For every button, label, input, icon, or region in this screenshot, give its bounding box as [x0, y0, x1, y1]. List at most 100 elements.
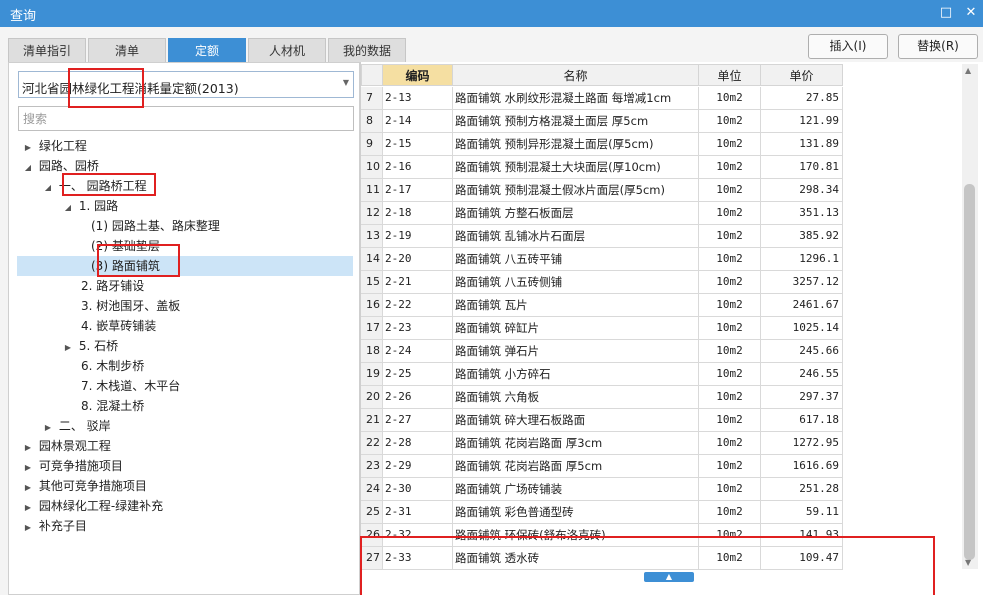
- cell-name: 路面铺筑 彩色普通型砖: [453, 501, 699, 524]
- table-row[interactable]: 22 2-28 路面铺筑 花岗岩路面 厚3cm 10m2 1272.95: [361, 432, 843, 455]
- library-select[interactable]: 河北省园林绿化工程消耗量定额(2013) ▼: [18, 71, 354, 98]
- cell-unit: 10m2: [699, 202, 761, 225]
- table-row[interactable]: 16 2-22 路面铺筑 瓦片 10m2 2461.67: [361, 294, 843, 317]
- header-unit[interactable]: 单位: [699, 64, 761, 86]
- tree-item[interactable]: 2. 路牙铺设: [9, 276, 359, 296]
- table-row[interactable]: 13 2-19 路面铺筑 乱铺冰片石面层 10m2 385.92: [361, 225, 843, 248]
- cell-idx: 26: [361, 524, 383, 547]
- cell-price: 131.89: [761, 133, 843, 156]
- triangle-collapsed-icon[interactable]: ▶: [61, 338, 75, 358]
- tree-item[interactable]: ▶ 可竞争措施项目: [9, 456, 359, 476]
- close-icon[interactable]: ✕: [962, 4, 980, 22]
- tab-bill-guide[interactable]: 清单指引: [8, 38, 86, 62]
- table-row[interactable]: 19 2-25 路面铺筑 小方碎石 10m2 246.55: [361, 363, 843, 386]
- tree-item[interactable]: 4. 嵌草砖铺装: [9, 316, 359, 336]
- table-row[interactable]: 17 2-23 路面铺筑 碎缸片 10m2 1025.14: [361, 317, 843, 340]
- tree-item[interactable]: ◢ 园路、园桥: [9, 156, 359, 176]
- cell-idx: 20: [361, 386, 383, 409]
- insert-button[interactable]: 插入(I): [808, 34, 888, 59]
- cell-name: 路面铺筑 六角板: [453, 386, 699, 409]
- maximize-icon[interactable]: □: [937, 4, 955, 22]
- scroll-up-icon[interactable]: ▲: [965, 66, 971, 75]
- table-row[interactable]: 26 2-32 路面铺筑 环保砖(舒布洛克砖) 10m2 141.93: [361, 524, 843, 547]
- table-row[interactable]: 27 2-33 路面铺筑 透水砖 10m2 109.47: [361, 547, 843, 570]
- tab-labor-material[interactable]: 人材机: [248, 38, 326, 62]
- table-row[interactable]: 18 2-24 路面铺筑 弹石片 10m2 245.66: [361, 340, 843, 363]
- cell-price: 59.11: [761, 501, 843, 524]
- cell-unit: 10m2: [699, 87, 761, 110]
- header-code[interactable]: 编码: [383, 64, 453, 86]
- tree-item[interactable]: ▶ 园林景观工程: [9, 436, 359, 456]
- cell-price: 1272.95: [761, 432, 843, 455]
- search-input[interactable]: [18, 106, 354, 131]
- table-row[interactable]: 20 2-26 路面铺筑 六角板 10m2 297.37: [361, 386, 843, 409]
- tree-item[interactable]: ▶ 园林绿化工程-绿建补充: [9, 496, 359, 516]
- cell-name: 路面铺筑 碎缸片: [453, 317, 699, 340]
- cell-idx: 19: [361, 363, 383, 386]
- triangle-collapsed-icon[interactable]: ▶: [21, 478, 35, 498]
- cell-price: 385.92: [761, 225, 843, 248]
- table-row[interactable]: 9 2-15 路面铺筑 预制异形混凝土面层(厚5cm) 10m2 131.89: [361, 133, 843, 156]
- cell-name: 路面铺筑 预制混凝土假冰片面层(厚5cm): [453, 179, 699, 202]
- cell-idx: 25: [361, 501, 383, 524]
- tree-item[interactable]: ▶ 其他可竞争措施项目: [9, 476, 359, 496]
- triangle-collapsed-icon[interactable]: ▶: [21, 438, 35, 458]
- triangle-collapsed-icon[interactable]: ▶: [21, 498, 35, 518]
- cell-name: 路面铺筑 碎大理石板路面: [453, 409, 699, 432]
- cell-idx: 27: [361, 547, 383, 570]
- tree-item[interactable]: 3. 树池围牙、盖板: [9, 296, 359, 316]
- triangle-collapsed-icon[interactable]: ▶: [21, 518, 35, 538]
- tab-bill[interactable]: 清单: [88, 38, 166, 62]
- triangle-expanded-icon[interactable]: ◢: [61, 198, 75, 218]
- triangle-collapsed-icon[interactable]: ▶: [41, 418, 55, 438]
- table-row[interactable]: 25 2-31 路面铺筑 彩色普通型砖 10m2 59.11: [361, 501, 843, 524]
- table-row[interactable]: 23 2-29 路面铺筑 花岗岩路面 厚5cm 10m2 1616.69: [361, 455, 843, 478]
- tree-item[interactable]: 8. 混凝土桥: [9, 396, 359, 416]
- category-pane: 河北省园林绿化工程消耗量定额(2013) ▼ ▶ 绿化工程 ◢ 园路、园桥 ◢ …: [8, 62, 360, 595]
- cell-unit: 10m2: [699, 547, 761, 570]
- table-row[interactable]: 7 2-13 路面铺筑 水刷纹形混凝土路面 每增减1cm 10m2 27.85: [361, 87, 843, 110]
- tree-item[interactable]: ▶ 5. 石桥: [9, 336, 359, 356]
- tab-my-data[interactable]: 我的数据: [328, 38, 406, 62]
- cell-code: 2-29: [383, 455, 453, 478]
- tree-item[interactable]: (1) 园路土基、路床整理: [9, 216, 359, 236]
- tab-quota[interactable]: 定额: [168, 38, 246, 62]
- triangle-collapsed-icon[interactable]: ▶: [21, 458, 35, 478]
- table-row[interactable]: 10 2-16 路面铺筑 预制混凝土大块面层(厚10cm) 10m2 170.81: [361, 156, 843, 179]
- cell-idx: 9: [361, 133, 383, 156]
- scroll-down-icon[interactable]: ▼: [965, 558, 971, 567]
- table-row[interactable]: 21 2-27 路面铺筑 碎大理石板路面 10m2 617.18: [361, 409, 843, 432]
- cell-price: 1616.69: [761, 455, 843, 478]
- tree-item[interactable]: ▶ 二、 驳岸: [9, 416, 359, 436]
- cell-idx: 12: [361, 202, 383, 225]
- cell-idx: 11: [361, 179, 383, 202]
- triangle-collapsed-icon[interactable]: ▶: [21, 138, 35, 158]
- tree-item[interactable]: (2) 基础垫层: [9, 236, 359, 256]
- table-row[interactable]: 11 2-17 路面铺筑 预制混凝土假冰片面层(厚5cm) 10m2 298.34: [361, 179, 843, 202]
- cell-unit: 10m2: [699, 340, 761, 363]
- tree-item[interactable]: ▶ 补充子目: [9, 516, 359, 536]
- expand-panel-icon[interactable]: ▲: [644, 572, 694, 582]
- cell-name: 路面铺筑 预制异形混凝土面层(厚5cm): [453, 133, 699, 156]
- scroll-thumb[interactable]: [964, 184, 975, 560]
- header-name[interactable]: 名称: [453, 64, 699, 86]
- cell-idx: 8: [361, 110, 383, 133]
- table-row[interactable]: 14 2-20 路面铺筑 八五砖平铺 10m2 1296.1: [361, 248, 843, 271]
- table-row[interactable]: 8 2-14 路面铺筑 预制方格混凝土面层 厚5cm 10m2 121.99: [361, 110, 843, 133]
- header-price[interactable]: 单价: [761, 64, 843, 86]
- tree-item[interactable]: 6. 木制步桥: [9, 356, 359, 376]
- triangle-expanded-icon[interactable]: ◢: [21, 158, 35, 178]
- tree-item[interactable]: ◢ 1. 园路: [9, 196, 359, 216]
- triangle-expanded-icon[interactable]: ◢: [41, 178, 55, 198]
- cell-idx: 23: [361, 455, 383, 478]
- replace-button[interactable]: 替换(R): [898, 34, 978, 59]
- table-row[interactable]: 24 2-30 路面铺筑 广场砖铺装 10m2 251.28: [361, 478, 843, 501]
- cell-idx: 7: [361, 87, 383, 110]
- tree-item[interactable]: 7. 木栈道、木平台: [9, 376, 359, 396]
- cell-code: 2-16: [383, 156, 453, 179]
- tree-item[interactable]: ◢ 一、 园路桥工程: [9, 176, 359, 196]
- table-row[interactable]: 12 2-18 路面铺筑 方整石板面层 10m2 351.13: [361, 202, 843, 225]
- tree-item-selected[interactable]: (3) 路面铺筑: [17, 256, 353, 276]
- tree-item[interactable]: ▶ 绿化工程: [9, 136, 359, 156]
- table-row[interactable]: 15 2-21 路面铺筑 八五砖侧铺 10m2 3257.12: [361, 271, 843, 294]
